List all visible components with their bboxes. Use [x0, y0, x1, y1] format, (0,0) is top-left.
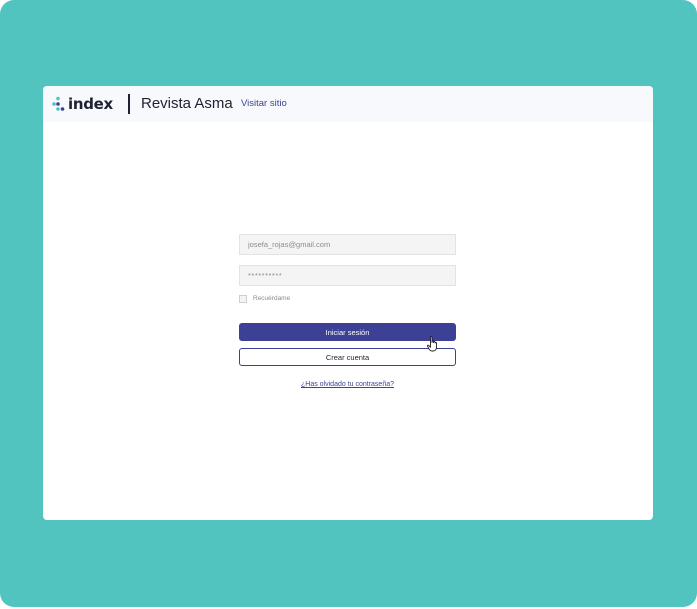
visit-site-link[interactable]: Visitar sitio	[241, 98, 287, 110]
create-account-button[interactable]: Crear cuenta	[239, 348, 456, 366]
index-logo[interactable]: index	[52, 95, 113, 113]
password-field[interactable]	[239, 265, 456, 286]
email-field[interactable]	[239, 234, 456, 255]
hand-pointer-cursor-icon	[427, 336, 437, 352]
header-divider	[128, 94, 130, 114]
index-logo-icon	[52, 96, 65, 111]
forgot-password-link[interactable]: ¿Has olvidado tu contraseña?	[239, 380, 456, 389]
login-button[interactable]: Iniciar sesión	[239, 323, 456, 341]
browser-window: index Revista Asma Visitar sitio Recuérd…	[43, 86, 653, 520]
journal-title: Revista Asma	[141, 95, 233, 112]
remember-me-checkbox[interactable]	[239, 295, 247, 303]
remember-me[interactable]: Recuérdame	[239, 295, 290, 303]
logo-text: index	[68, 95, 113, 113]
remember-me-label: Recuérdame	[253, 295, 291, 302]
top-header: index Revista Asma Visitar sitio	[43, 86, 653, 122]
page-background: index Revista Asma Visitar sitio Recuérd…	[0, 0, 697, 607]
